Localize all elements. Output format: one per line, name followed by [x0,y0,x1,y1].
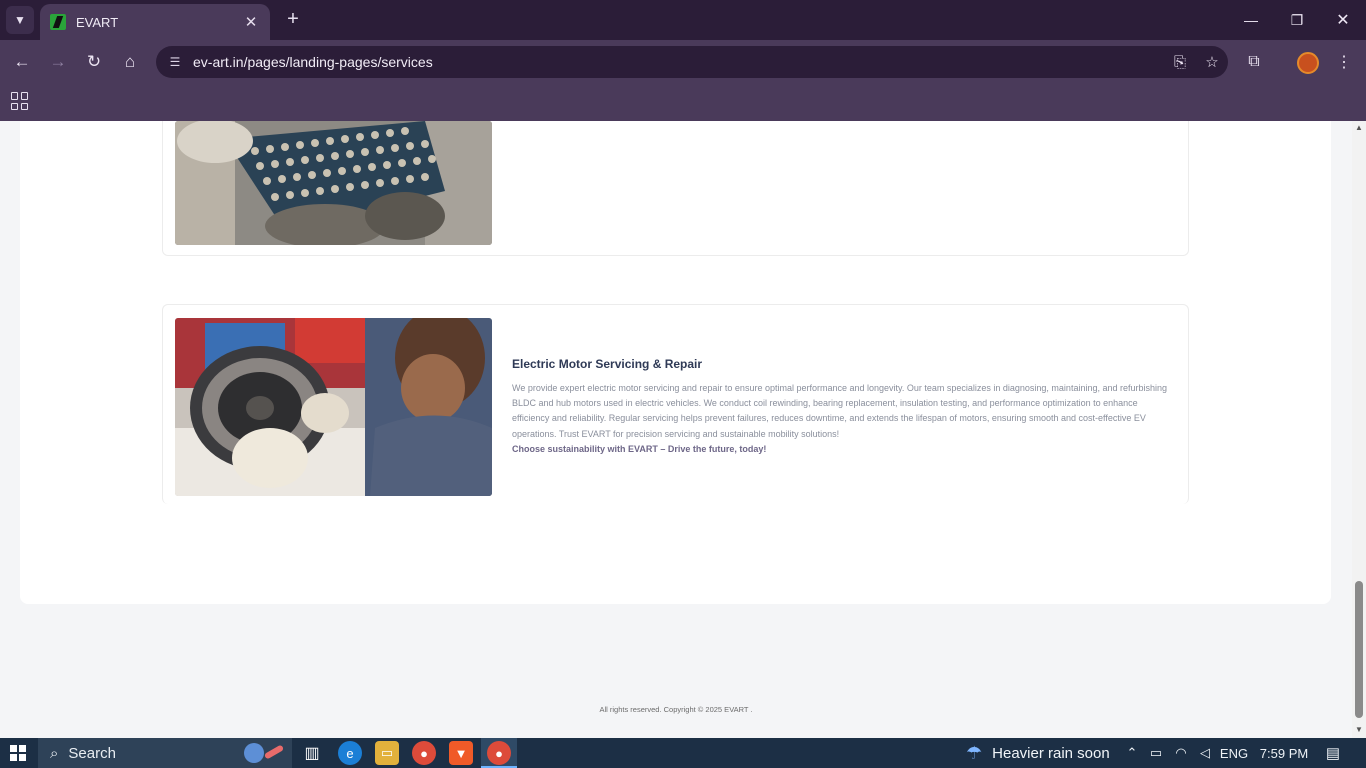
scroll-up-icon[interactable]: ▲ [1354,123,1364,133]
file-explorer-icon[interactable]: ▭ [375,741,399,765]
task-view-icon[interactable]: ▥ [300,741,324,765]
service-title: Electric Motor Servicing & Repair [512,357,703,371]
kebab-menu-icon[interactable]: ⋮ [1330,48,1358,76]
puzzle-icon[interactable]: ⧉ [1240,48,1268,76]
url-text[interactable]: ev-art.in/pages/landing-pages/services [193,54,1164,70]
back-arrow-icon[interactable]: ← [8,48,36,76]
tab-title: EVART [76,14,119,30]
weather-text: Heavier rain soon [992,744,1110,762]
forward-arrow-icon[interactable]: → [44,48,72,76]
copyright-footer: All rights reserved. Copyright © 2025 EV… [599,705,753,714]
services-panel: Electric Motor Servicing & Repair We pro… [20,121,1331,604]
notifications-icon[interactable]: ▤ [1320,742,1346,764]
clock[interactable]: 7:59 PM [1258,742,1310,764]
service-tagline: Choose sustainability with EVART – Drive… [512,443,767,454]
page-scrollbar[interactable]: ▲ ▼ [1352,121,1366,738]
address-bar[interactable]: ☰ ev-art.in/pages/landing-pages/services… [156,46,1228,78]
umbrella-icon: ☂ [966,742,983,763]
install-app-icon[interactable]: ⎘ [1164,48,1196,76]
windows-taskbar: ⌕ Search ▥ e ▭ ● ▼ ● ☂ Heavier rain soon… [0,738,1366,768]
motor-service-image [175,318,492,496]
scroll-down-icon[interactable]: ▼ [1354,725,1364,735]
new-tab-button[interactable]: + [282,8,304,32]
taskbar-search[interactable]: ⌕ Search [38,738,292,768]
windows-start-icon[interactable] [10,745,26,761]
search-icon: ⌕ [50,744,59,762]
service-card-text: Electric Motor Servicing & Repair We pro… [512,357,1172,457]
wifi-icon[interactable]: ◠ [1170,742,1192,764]
page-viewport: Electric Motor Servicing & Repair We pro… [0,121,1352,738]
minimize-icon[interactable]: — [1228,0,1274,40]
site-info-icon[interactable]: ☰ [160,50,190,74]
tray-chevron-icon[interactable]: ⌃ [1122,742,1142,764]
chrome-icon[interactable]: ● [412,741,436,765]
search-label: Search [68,744,116,762]
profile-avatar[interactable] [1297,52,1319,74]
close-tab-icon[interactable]: ✕ [242,13,260,31]
close-window-icon[interactable]: ✕ [1320,0,1366,40]
scroll-thumb[interactable] [1355,581,1363,718]
service-card [162,121,1189,256]
volume-icon[interactable]: ◁ [1194,742,1216,764]
language-indicator[interactable]: ENG [1220,742,1248,764]
home-icon[interactable]: ⌂ [116,48,144,76]
reload-icon[interactable]: ↻ [80,48,108,76]
chrome-profile-icon[interactable]: ● [487,741,511,765]
apps-grid-icon[interactable] [11,92,29,110]
bookmarks-bar [0,84,1366,121]
chevron-down-icon[interactable]: ▼ [6,6,34,34]
search-highlight-icon [244,743,284,763]
battery-icon[interactable]: ▭ [1146,742,1166,764]
restore-icon[interactable]: ❐ [1274,0,1320,40]
service-card: Electric Motor Servicing & Repair We pro… [162,304,1189,504]
weather-widget[interactable]: ☂ Heavier rain soon [966,742,1110,764]
star-icon[interactable]: ☆ [1196,48,1228,76]
browser-tab[interactable]: EVART ✕ [40,4,270,40]
browser-toolbar: ← → ↻ ⌂ ☰ ev-art.in/pages/landing-pages/… [0,40,1366,84]
battery-service-image [175,121,492,245]
edge-icon[interactable]: e [338,741,362,765]
title-bar: ▼ EVART ✕ + — ❐ ✕ [0,0,1366,40]
brave-icon[interactable]: ▼ [449,741,473,765]
evart-favicon-icon [50,14,66,30]
service-description: We provide expert electric motor servici… [512,383,1168,439]
